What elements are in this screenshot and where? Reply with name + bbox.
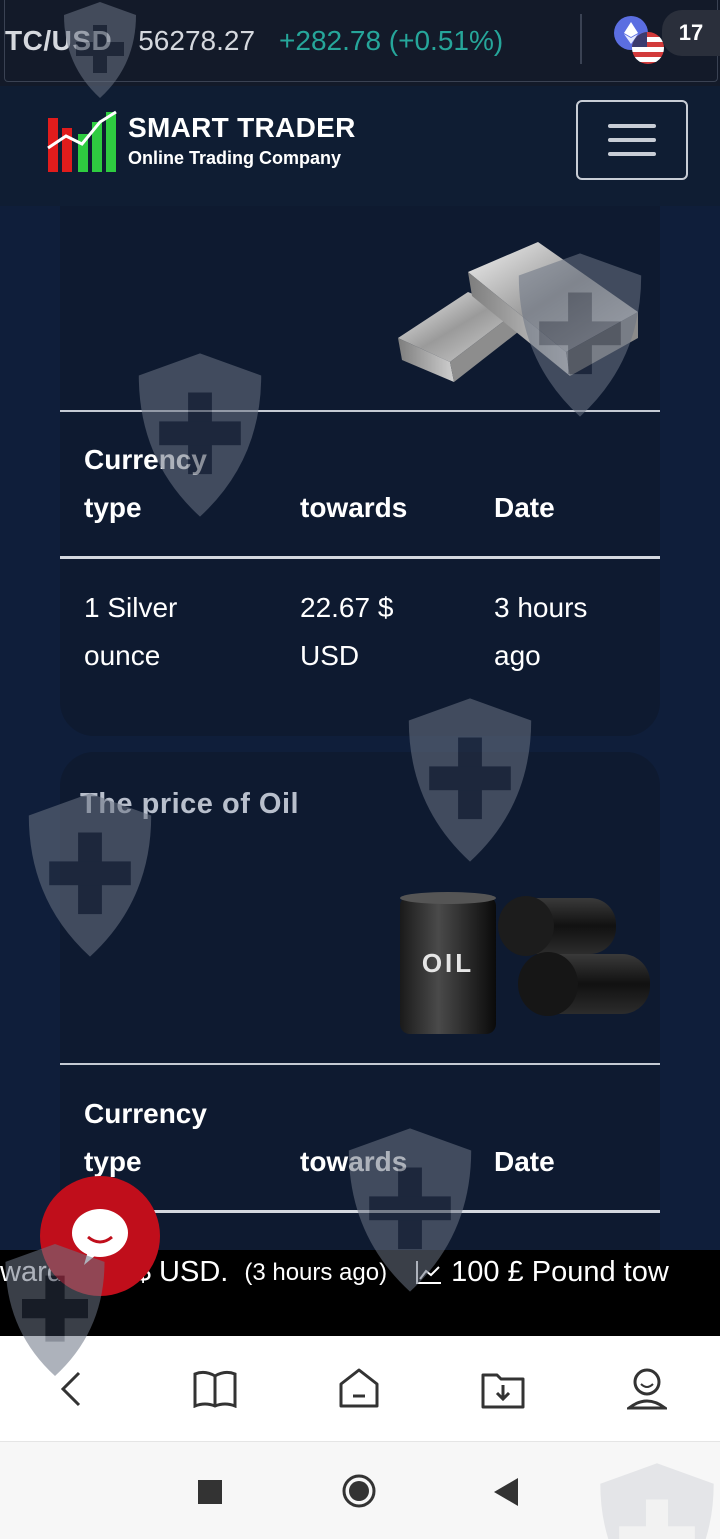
header-date: Date — [494, 492, 555, 523]
card-title: The price of Oil — [80, 788, 300, 820]
ticker-symbol[interactable]: TC/USD — [5, 25, 112, 57]
circle-icon[interactable] — [341, 1473, 377, 1514]
browser-toolbar — [0, 1336, 720, 1442]
chart-icon — [415, 1260, 442, 1285]
ticker-change: +282.78 (+0.51%) — [279, 24, 504, 56]
cell-date: 3 hours ago — [494, 592, 588, 671]
header-date: Date — [494, 1146, 555, 1177]
silver-price-card: Currency type towards Date 1 Silver ounc… — [60, 206, 660, 736]
system-navigation-bar — [0, 1442, 720, 1539]
brand-logo[interactable]: SMART TRADER Online Trading Company — [46, 108, 356, 172]
hamburger-menu-button[interactable] — [576, 100, 688, 180]
tradingview-icon[interactable]: 17 — [662, 10, 720, 56]
ticker-fragment-time: (3 hours ago) — [244, 1258, 388, 1286]
header-towards: towards — [300, 1146, 408, 1177]
chat-icon — [72, 1209, 128, 1265]
triangle-back-icon[interactable] — [494, 1478, 518, 1511]
header-currency-type: Currency type — [84, 1098, 207, 1177]
book-icon[interactable] — [192, 1366, 238, 1412]
oil-barrels-image: OIL — [396, 892, 656, 1038]
cell-currency-type: 1 Silver ounce — [84, 592, 178, 671]
brand-subtitle: Online Trading Company — [128, 147, 342, 168]
cell-towards: 22.67 $ USD — [300, 592, 394, 671]
divider — [60, 410, 660, 412]
divider — [60, 556, 660, 559]
ticker-tape[interactable]: TC/USD 56278.27 +282.78 (+0.51%) 17 — [0, 0, 720, 86]
oil-price-card: The price of Oil OIL Currency type towar… — [60, 752, 660, 1252]
silver-bars-image — [398, 242, 642, 392]
divider — [60, 1063, 660, 1065]
home-icon[interactable] — [336, 1366, 382, 1412]
profile-icon[interactable] — [624, 1366, 670, 1412]
header-towards: towards — [300, 492, 408, 523]
ticker-divider — [580, 14, 582, 64]
hamburger-icon — [608, 124, 656, 128]
ticker-price: 56278.27 — [138, 24, 256, 56]
site-header: SMART TRADER Online Trading Company — [0, 86, 720, 206]
us-flag-icon — [632, 32, 664, 64]
back-icon[interactable] — [48, 1366, 94, 1412]
chat-button[interactable] — [40, 1176, 160, 1296]
download-icon[interactable] — [480, 1366, 526, 1412]
ticker-next-item: 100 £ Pound tow — [451, 1256, 669, 1288]
square-icon[interactable] — [198, 1480, 222, 1509]
barrel-label: OIL — [422, 948, 474, 978]
brand-title: SMART TRADER — [128, 111, 356, 143]
header-currency-type: Currency type — [84, 444, 207, 523]
chart-logo-icon — [46, 108, 120, 172]
